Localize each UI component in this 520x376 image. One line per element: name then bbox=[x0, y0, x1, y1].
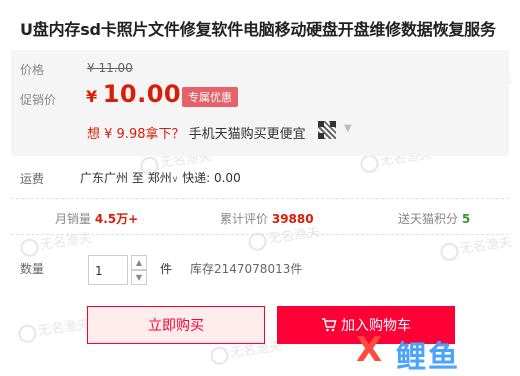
product-title: U盘内存sd卡照片文件修复软件电脑移动硬盘开盘维修数据恢复服务 bbox=[20, 20, 496, 39]
total-reviews-label: 累计评价 bbox=[220, 212, 269, 226]
tmall-points-label: 送天猫积分 bbox=[398, 212, 459, 226]
stepper-up-icon[interactable]: ▲ bbox=[131, 255, 147, 270]
tmall-points-value: 5 bbox=[461, 212, 471, 226]
watermark: 无名渔夫 bbox=[19, 227, 93, 258]
exclusive-discount-badge: 专属优惠 bbox=[182, 87, 238, 107]
cart-icon bbox=[322, 318, 337, 332]
logo-mark: X bbox=[356, 330, 383, 370]
watermark-logo: X 鲤鱼 bbox=[356, 330, 506, 375]
stock-count: 库存2147078013件 bbox=[190, 262, 303, 276]
currency-symbol: ¥ bbox=[86, 87, 98, 106]
tmall-points: 送天猫积分 5 bbox=[398, 210, 470, 227]
logo-text: 鲤鱼 bbox=[396, 340, 460, 375]
ship-to-word: 至 bbox=[131, 171, 144, 185]
monthly-sales-value: 4.5万+ bbox=[94, 212, 139, 226]
quantity-input[interactable]: 1 bbox=[88, 255, 128, 285]
original-price: ¥ 11.00 bbox=[87, 61, 133, 75]
shipping-label: 运费 bbox=[20, 172, 45, 186]
quantity-unit: 件 bbox=[160, 262, 173, 276]
watermark: 无名渔夫 bbox=[439, 231, 513, 262]
total-reviews[interactable]: 累计评价 39880 bbox=[220, 210, 314, 227]
monthly-sales-label: 月销量 bbox=[55, 212, 92, 226]
shipping-info: 广东广州 至 郑州∨ 快递: 0.00 bbox=[80, 169, 241, 186]
divider bbox=[11, 234, 509, 235]
promo-price-label: 促销价 bbox=[20, 93, 57, 107]
ship-from: 广东广州 bbox=[80, 171, 129, 185]
express-fee: 快递: 0.00 bbox=[182, 171, 241, 185]
chevron-down-icon[interactable]: ∨ bbox=[172, 175, 179, 185]
monthly-sales: 月销量 4.5万+ bbox=[55, 210, 138, 227]
original-price-label: 价格 bbox=[20, 63, 45, 77]
total-reviews-value[interactable]: 39880 bbox=[272, 212, 314, 226]
buy-now-button[interactable]: 立即购买 bbox=[87, 306, 265, 344]
quantity-label: 数量 bbox=[20, 262, 45, 276]
current-price: ¥ 10.00 bbox=[86, 80, 181, 108]
watermark: 无名渔夫 bbox=[17, 313, 91, 344]
mobile-promo[interactable]: 想 ¥ 9.98拿下？ 手机天猫购买更便宜 bbox=[87, 123, 306, 142]
promo-link[interactable]: 手机天猫购买更便宜 bbox=[189, 127, 306, 142]
current-price-value: 10.00 bbox=[102, 80, 182, 108]
stepper-down-icon[interactable]: ▼ bbox=[131, 270, 147, 285]
buy-now-label: 立即购买 bbox=[148, 318, 204, 334]
chevron-down-icon[interactable]: ▼ bbox=[344, 123, 352, 134]
ship-to-city[interactable]: 郑州 bbox=[148, 171, 172, 185]
promo-price-text: 想 ¥ 9.98拿下？ bbox=[87, 127, 185, 142]
qr-code-icon[interactable] bbox=[318, 121, 336, 139]
divider bbox=[11, 198, 509, 199]
ship-to-select[interactable]: 郑州∨ bbox=[148, 171, 179, 185]
